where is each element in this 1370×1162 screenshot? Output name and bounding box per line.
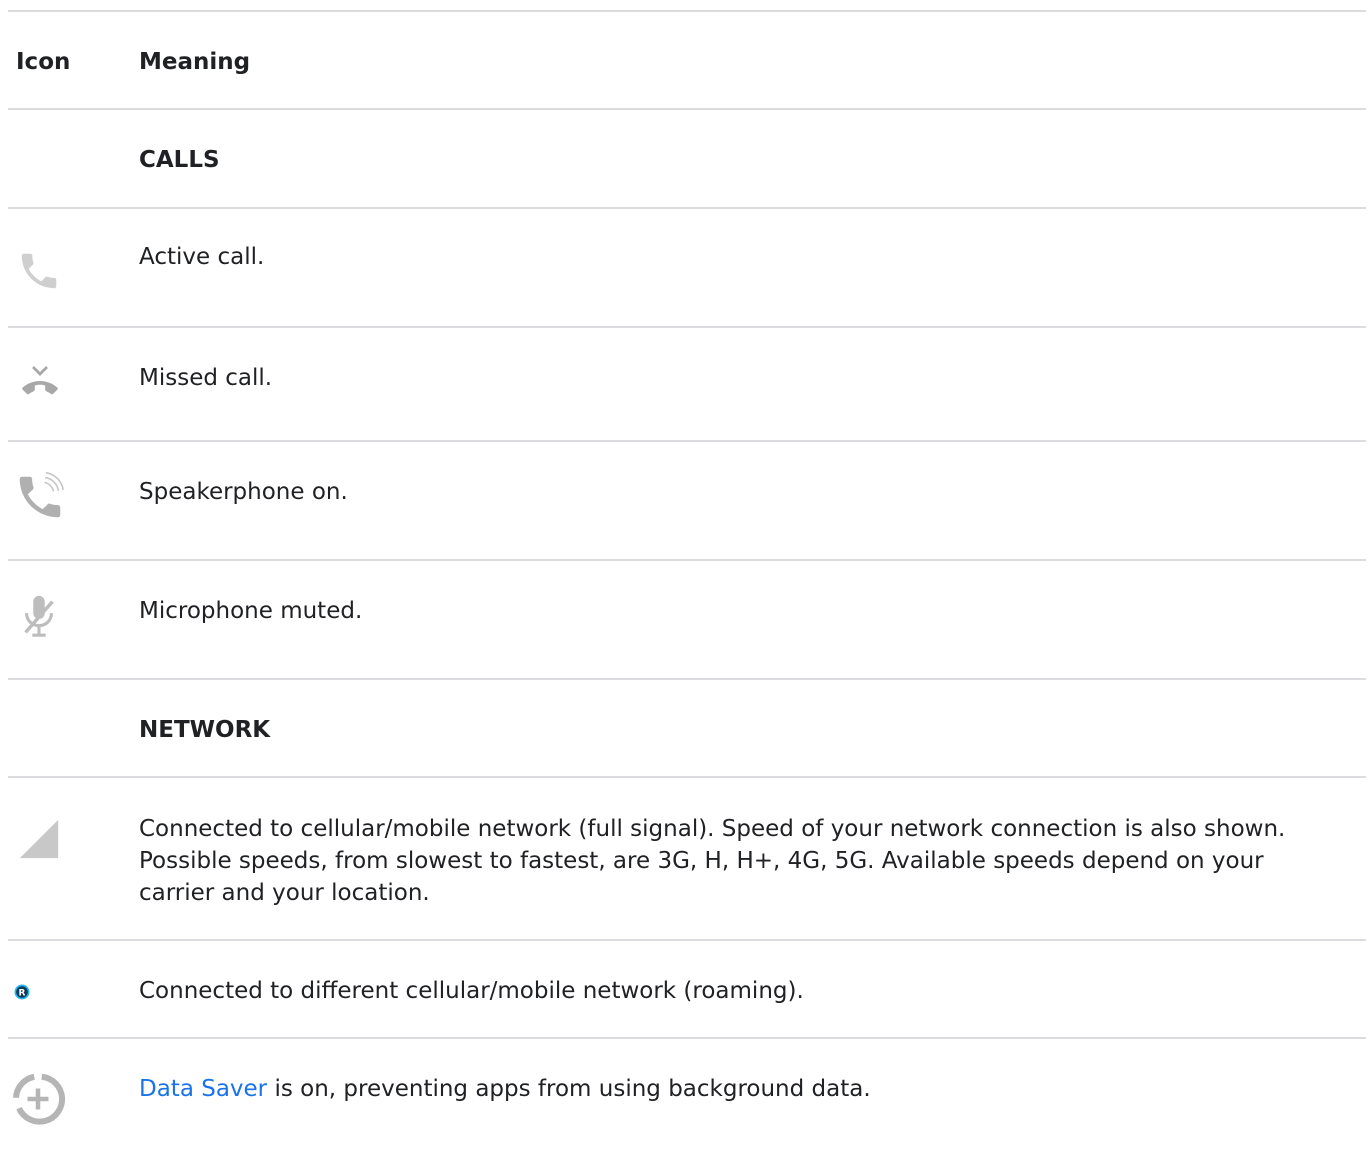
table-row: Speakerphone on. <box>8 442 1366 561</box>
mic-off-icon <box>24 595 54 637</box>
table-row: Missed call. <box>8 328 1366 442</box>
missed-call-text: Missed call. <box>139 365 273 391</box>
active-call-text: Active call. <box>139 244 265 270</box>
section-title-network: NETWORK <box>139 717 271 743</box>
speakerphone-icon <box>19 471 64 518</box>
phone-icon <box>21 253 57 289</box>
signal-icon <box>19 819 59 859</box>
data-saver-description: is on, preventing apps from using backgr… <box>267 1076 871 1102</box>
section-title-calls: CALLS <box>139 147 220 173</box>
table-row: Microphone muted. <box>8 561 1366 680</box>
header-meaning-column: Meaning <box>139 49 251 75</box>
section-row-network: NETWORK <box>8 680 1366 778</box>
table-row: Connected to cellular/mobile network (fu… <box>8 778 1366 941</box>
header-icon-column: Icon <box>16 49 71 75</box>
table-row: Active call. <box>8 209 1366 328</box>
status-icons-table: Icon Meaning CALLS Active call. Missed c… <box>8 10 1366 1151</box>
svg-text:R: R <box>19 988 26 998</box>
section-row-calls: CALLS <box>8 110 1366 209</box>
table-row: Data Saver is on, preventing apps from u… <box>8 1039 1366 1151</box>
cellular-text: Connected to cellular/mobile network (fu… <box>139 816 1286 906</box>
roaming-icon: R <box>14 984 30 1000</box>
speakerphone-text: Speakerphone on. <box>139 479 348 505</box>
mic-muted-text: Microphone muted. <box>139 598 363 624</box>
data-saver-icon <box>13 1073 66 1125</box>
table-row: R Connected to different cellular/mobile… <box>8 941 1366 1039</box>
missed-call-icon <box>22 366 58 395</box>
roaming-text: Connected to different cellular/mobile n… <box>139 978 804 1004</box>
data-saver-text: Data Saver is on, preventing apps from u… <box>139 1039 1366 1105</box>
data-saver-link[interactable]: Data Saver <box>139 1076 267 1102</box>
table-header-row: Icon Meaning <box>8 12 1366 110</box>
